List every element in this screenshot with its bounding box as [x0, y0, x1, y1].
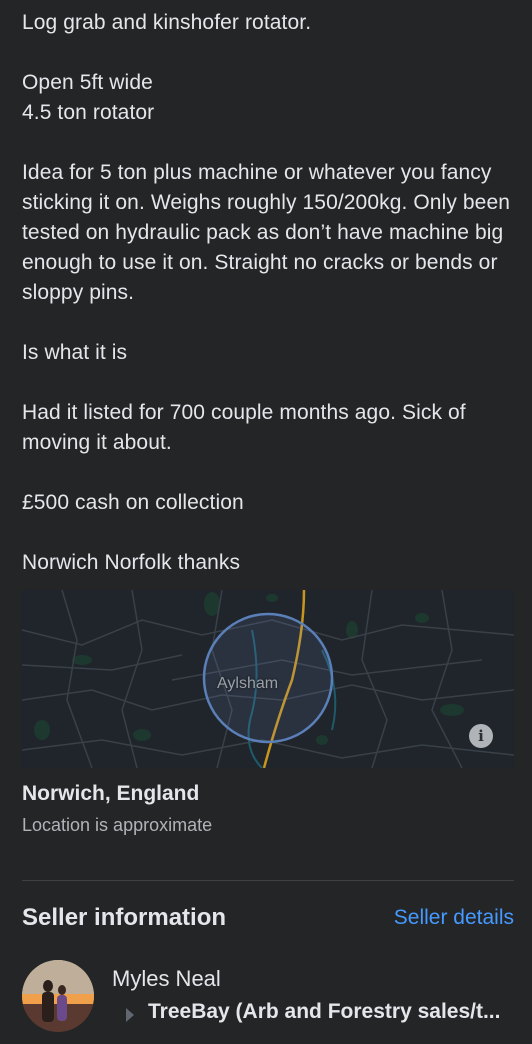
location-title: Norwich, England [22, 782, 200, 805]
caret-right-icon [126, 1008, 134, 1022]
listing-description: Log grab and kinshofer rotator. Open 5ft… [22, 8, 517, 608]
section-divider [22, 880, 514, 881]
description-paragraph: £500 cash on collection [22, 491, 244, 514]
location-note: Location is approximate [22, 815, 213, 835]
avatar[interactable] [22, 960, 94, 1032]
description-paragraph: Log grab and kinshofer rotator. [22, 11, 312, 34]
location-map[interactable]: Aylsham i [22, 590, 514, 768]
info-icon[interactable]: i [469, 724, 493, 748]
description-paragraph: Is what it is [22, 341, 128, 364]
avatar-photo [22, 960, 94, 1032]
description-paragraph: Idea for 5 ton plus machine or whatever … [22, 161, 510, 304]
description-paragraph: Had it listed for 700 couple months ago.… [22, 401, 466, 454]
description-paragraph: Norwich Norfolk thanks [22, 551, 241, 574]
description-paragraph: Open 5ft wide 4.5 ton rotator [22, 71, 155, 124]
seller-details-link[interactable]: Seller details [394, 906, 514, 930]
map-place-label: Aylsham [217, 675, 279, 692]
seller-name[interactable]: Myles Neal [112, 966, 221, 992]
seller-info-heading: Seller information [22, 904, 227, 931]
seller-group-link[interactable]: TreeBay (Arb and Forestry sales/t... [148, 1000, 514, 1024]
